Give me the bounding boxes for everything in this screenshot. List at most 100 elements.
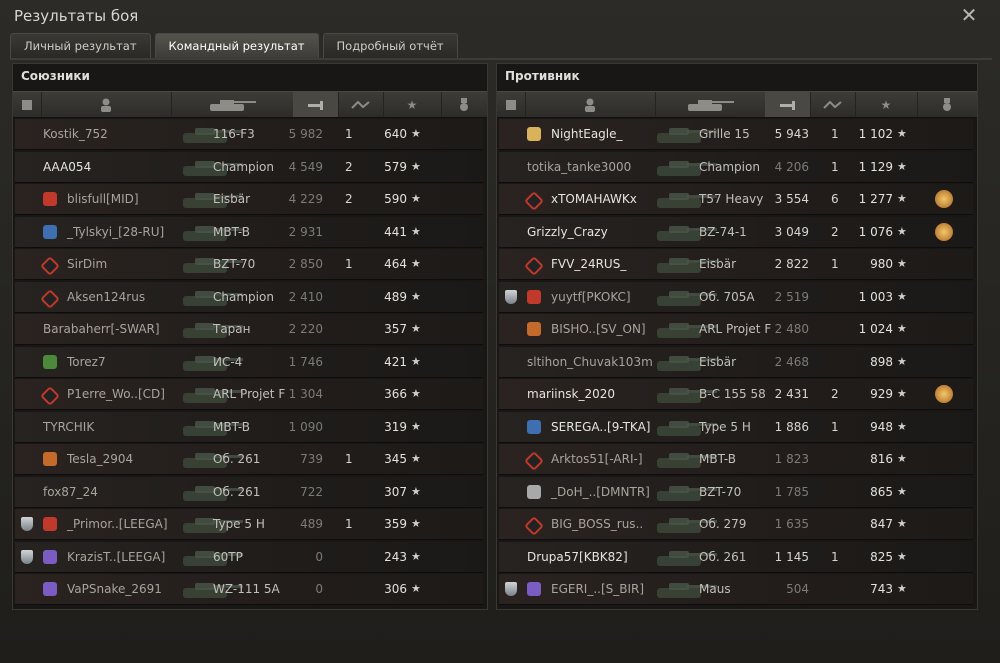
player-name: Kostik_752 [43,127,108,141]
player-row[interactable]: FVV_24RUS_ Eisbär 2 822 1 980 ★ [499,249,973,280]
player-name: NightEagle_ [551,127,623,141]
player-row[interactable]: _DoH_..[DMNTR] BZT-70 1 785 865 ★ [499,476,973,508]
player-row[interactable]: Kostik_752 116-F3 5 982 1 640 ★ [15,119,483,150]
damage-column-icon[interactable] [293,92,339,117]
star-icon: ★ [897,517,907,530]
player-row[interactable]: sltihon_Chuvak103m Eisbär 2 468 898 ★ [499,346,973,378]
star-icon: ★ [411,257,421,270]
platoon-column-icon[interactable] [13,92,42,117]
clan-emblem-icon [527,289,541,304]
player-row[interactable]: BIG_BOSS_rus.. Об. 279 1 635 847 ★ [499,509,973,540]
damage-value: 0 [315,549,323,564]
player-row[interactable]: Aksen124rus Champion 2 410 489 ★ [15,281,483,313]
xp-value: 1 129 [858,159,893,174]
clan-emblem-icon [527,419,541,434]
player-row[interactable]: TYRCHIK MBT-B 1 090 319 ★ [15,411,483,443]
player-row[interactable]: EGERI_..[S_BIR] Maus 504 743 ★ [499,574,973,605]
player-row[interactable]: Barabaherr[-SWAR] Таран 2 220 357 ★ [15,314,483,345]
star-icon: ★ [897,419,907,433]
tank-name: Таран [213,322,251,336]
window-title: Результаты боя [14,7,139,25]
player-row[interactable]: mariinsk_2020 B-C 155 58 2 431 2 929 ★ [499,379,973,410]
player-row[interactable]: blisfull[MID] Eisbär 4 229 2 590 ★ [15,184,483,215]
kills-column-icon[interactable] [810,92,856,117]
xp-value: 1 076 [858,224,893,239]
tab-1[interactable]: Командный результат [154,33,319,58]
kills-value: 1 [831,419,839,434]
tank-column-icon[interactable] [655,92,766,117]
player-row[interactable]: Grizzly_Crazy BZ-74-1 3 049 2 1 076 ★ [499,216,973,248]
player-row[interactable]: BISHO..[SV_ON] ARL Projet F2 480 1 024 ★ [499,314,973,345]
player-row[interactable]: Arktos51[-ARI-] MBT-B 1 823 816 ★ [499,444,973,475]
player-row[interactable]: Torez7 ИС-4 1 746 421 ★ [15,346,483,378]
player-name: yuytf[PKOKC] [551,289,631,304]
kills-value: 1 [345,127,353,141]
kills-value: 1 [831,127,839,141]
xp-value: 345 [384,452,407,466]
player-row[interactable]: VaPSnake_2691 WZ-111 5A 0 306 ★ [15,574,483,605]
player-row[interactable]: SirDim BZT-70 2 850 1 464 ★ [15,249,483,280]
kills-column-icon[interactable] [338,92,384,117]
tank-name: Об. 279 [699,517,747,531]
player-column-icon[interactable] [41,92,172,117]
tank-name: B-C 155 58 [699,387,766,401]
player-name: KrazisT..[LEEGA] [67,549,166,564]
player-row[interactable]: KrazisT..[LEEGA] 60TP 0 243 ★ [15,541,483,573]
xp-value: 1 024 [858,322,893,336]
tank-name: 116-F3 [213,127,255,141]
enemies-table-header: ★ [497,91,977,118]
player-name: xTOMAHAWKx [551,192,637,206]
tank-name: Champion [699,159,760,174]
tab-2[interactable]: Подробный отчёт [322,33,458,58]
tank-name: Об. 705А [699,289,755,304]
tank-name: Maus [699,582,731,596]
star-icon: ★ [411,419,421,433]
player-row[interactable]: AAA054 Champion 4 549 2 579 ★ [15,151,483,183]
clan-emblem-icon [524,516,544,536]
platoon-column-icon[interactable] [497,92,526,117]
star-icon: ★ [411,224,421,238]
xp-value: 898 [870,354,893,369]
player-row[interactable]: fox87_24 Об. 261 722 307 ★ [15,476,483,508]
damage-value: 3 049 [774,224,809,239]
damage-value: 5 943 [774,127,809,141]
xp-value: 421 [384,354,407,369]
medal-column-icon[interactable] [441,92,487,117]
player-row[interactable]: _Primor..[LEEGA] Type 5 H 489 1 359 ★ [15,509,483,540]
tab-0[interactable]: Личный результат [10,33,151,58]
player-row[interactable]: P1erre_Wo..[CD] ARL Projet F1 304 366 ★ [15,379,483,410]
player-row[interactable]: NightEagle_ Grille 15 5 943 1 1 102 ★ [499,119,973,150]
player-row[interactable]: yuytf[PKOKC] Об. 705А 2 519 1 003 ★ [499,281,973,313]
xp-column-icon[interactable]: ★ [855,92,918,117]
player-row[interactable]: totika_tanke3000 Champion 4 206 1 1 129 ★ [499,151,973,183]
damage-value: 3 554 [774,192,809,206]
player-row[interactable]: _Tylskyi_[28-RU] MBT-B 2 931 441 ★ [15,216,483,248]
star-icon: ★ [897,127,907,140]
damage-column-icon[interactable] [765,92,811,117]
xp-value: 243 [384,549,407,564]
medal-icon[interactable] [935,222,953,241]
xp-column-icon[interactable]: ★ [383,92,442,117]
star-icon: ★ [897,484,907,498]
player-column-icon[interactable] [525,92,656,117]
xp-value: 306 [384,582,407,596]
player-row[interactable]: Drupa57[KBK82] Об. 261 1 145 1 825 ★ [499,541,973,573]
tank-name: Eisbär [699,354,737,369]
medal-column-icon[interactable] [917,92,977,117]
player-row[interactable]: SEREGA..[9-TKA] Type 5 H 1 886 1 948 ★ [499,411,973,443]
tank-name: 60TP [213,549,243,564]
platoon-icon [505,582,517,596]
player-row[interactable]: Tesla_2904 Об. 261 739 1 345 ★ [15,444,483,475]
medal-icon[interactable] [935,385,953,403]
player-name: Grizzly_Crazy [527,224,608,239]
damage-value: 1 145 [774,549,809,564]
tank-column-icon[interactable] [171,92,294,117]
damage-value: 2 431 [774,387,809,401]
medal-icon[interactable] [935,190,953,208]
damage-value: 4 206 [774,159,809,174]
xp-value: 825 [870,549,893,564]
player-row[interactable]: xTOMAHAWKx T57 Heavy 3 554 6 1 277 ★ [499,184,973,215]
damage-value: 2 850 [288,257,323,271]
star-icon: ★ [897,192,907,205]
close-icon[interactable]: ✕ [960,5,978,25]
